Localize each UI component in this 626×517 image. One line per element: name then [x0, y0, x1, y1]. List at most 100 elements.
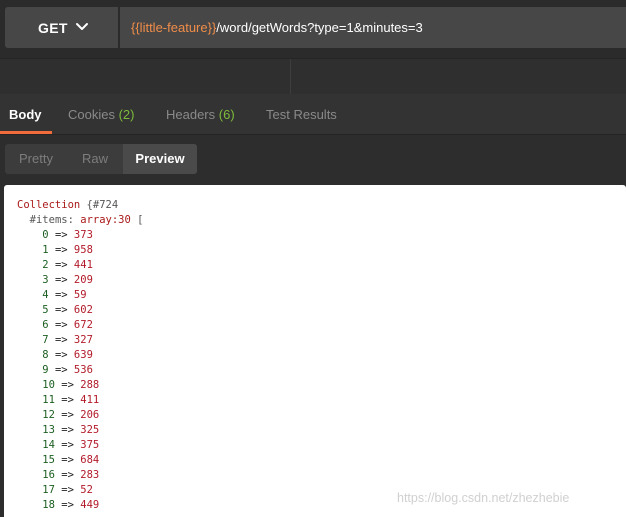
dump-item-line: 4 => 59 — [17, 288, 143, 303]
dump-item-line: 17 => 52 — [17, 483, 143, 498]
dump-item-line: 11 => 411 — [17, 393, 143, 408]
raw-button[interactable]: Raw — [67, 144, 123, 174]
url-input[interactable]: {{little-feature}}/word/getWords?type=1&… — [120, 7, 626, 48]
dump-item-arrow: => — [48, 334, 74, 346]
dump-item-line: 15 => 684 — [17, 453, 143, 468]
dump-item-value: 59 — [73, 289, 87, 301]
dump-item-arrow: => — [54, 484, 81, 496]
pretty-button[interactable]: Pretty — [5, 144, 67, 174]
dump-item-index: 10 — [42, 379, 55, 391]
dump-item-line: 0 => 373 — [17, 228, 143, 243]
dump-item-index: 16 — [42, 469, 55, 481]
active-tab-indicator — [0, 131, 52, 134]
format-bar: Pretty Raw Preview — [0, 135, 626, 185]
tab-cookies[interactable]: Cookies (2) — [68, 107, 134, 122]
dump-item-arrow: => — [48, 229, 74, 241]
url-environment-variable: {{little-feature}} — [131, 20, 217, 35]
dump-item-value: 288 — [80, 379, 100, 391]
dump-item-line: 1 => 958 — [17, 243, 143, 258]
dump-item-value: 52 — [80, 484, 93, 496]
format-toggle-group: Pretty Raw Preview — [5, 144, 197, 174]
dump-item-value: 958 — [73, 244, 93, 256]
dump-item-value: 325 — [80, 424, 100, 436]
dump-item-line: 9 => 536 — [17, 363, 143, 378]
dump-items-list: 0 => 373 1 => 958 2 => 441 3 => 209 4 =>… — [17, 228, 143, 513]
response-tabs: Body Cookies (2) Headers (6) Test Result… — [0, 94, 626, 135]
tab-headers-label: Headers — [166, 107, 216, 122]
tab-test-results[interactable]: Test Results — [266, 107, 337, 122]
tab-cookies-label: Cookies — [68, 107, 115, 122]
dump-item-arrow: => — [48, 259, 74, 271]
dump-item-index: 15 — [42, 454, 55, 466]
method-select[interactable]: GET — [5, 7, 118, 48]
tab-cookies-count: (2) — [118, 107, 135, 122]
dump-item-index: 17 — [42, 484, 55, 496]
dump-item-arrow: => — [48, 364, 74, 376]
url-text: {{little-feature}}/word/getWords?type=1&… — [131, 20, 423, 35]
dump-item-arrow: => — [48, 244, 74, 256]
dump-item-arrow: => — [54, 409, 81, 421]
dump-item-arrow: => — [54, 499, 81, 511]
app-window: GET {{little-feature}}/word/getWords?typ… — [0, 0, 626, 517]
dump-items-line: #items: array:30 [ — [29, 214, 144, 226]
dump-item-value: 375 — [80, 439, 100, 451]
dump-object-id: {#724 — [86, 199, 119, 211]
dump-items-key: #items — [29, 214, 68, 226]
dump-item-value: 373 — [73, 229, 93, 241]
dump-item-value: 602 — [73, 304, 93, 316]
dump-item-line: 13 => 325 — [17, 423, 143, 438]
dump-item-value: 327 — [73, 334, 93, 346]
dump-class-name: Collection — [17, 199, 81, 211]
dump-item-arrow: => — [48, 289, 74, 301]
method-label: GET — [38, 20, 68, 36]
dump-item-value: 283 — [80, 469, 100, 481]
dump-item-arrow: => — [48, 319, 74, 331]
dump-item-line: 12 => 206 — [17, 408, 143, 423]
dump-item-arrow: => — [48, 304, 74, 316]
dump-item-line: 18 => 449 — [17, 498, 143, 513]
tab-headers[interactable]: Headers (6) — [166, 107, 235, 122]
response-preview[interactable]: Collection {#724 #items: array:30 [ 0 =>… — [4, 185, 626, 517]
dump-item-arrow: => — [54, 424, 81, 436]
tab-headers-count: (6) — [218, 107, 235, 122]
dump-item-index: 14 — [42, 439, 55, 451]
dump-item-line: 5 => 602 — [17, 303, 143, 318]
dump-item-arrow: => — [54, 439, 81, 451]
request-bar: GET {{little-feature}}/word/getWords?typ… — [0, 0, 626, 58]
dump-item-line: 6 => 672 — [17, 318, 143, 333]
dump-items-type: array:30 — [80, 214, 131, 226]
dump-item-value: 206 — [80, 409, 100, 421]
dump-item-index: 12 — [42, 409, 55, 421]
dump-item-arrow: => — [54, 394, 81, 406]
dump-item-value: 209 — [73, 274, 93, 286]
dump-item-arrow: => — [54, 454, 81, 466]
dump-item-arrow: => — [48, 274, 74, 286]
dump-item-value: 536 — [73, 364, 93, 376]
toolbar-divider — [290, 59, 291, 94]
dump-item-line: 3 => 209 — [17, 273, 143, 288]
dump-item-index: 13 — [42, 424, 55, 436]
dump-item-value: 449 — [80, 499, 100, 511]
dump-item-line: 10 => 288 — [17, 378, 143, 393]
url-path: /word/getWords?type=1&minutes=3 — [216, 20, 423, 35]
dump-item-line: 2 => 441 — [17, 258, 143, 273]
dump-item-value: 441 — [73, 259, 93, 271]
chevron-down-icon — [76, 23, 88, 30]
dump-item-line: 16 => 283 — [17, 468, 143, 483]
dump-open-bracket: [ — [137, 214, 144, 226]
dump-item-index: 11 — [42, 394, 55, 406]
dump-item-line: 8 => 639 — [17, 348, 143, 363]
watermark: https://blog.csdn.net/zhezhebie — [397, 491, 570, 505]
dump-item-value: 639 — [73, 349, 93, 361]
dump-item-value: 411 — [80, 394, 100, 406]
dump-item-arrow: => — [54, 469, 81, 481]
tab-body[interactable]: Body — [9, 107, 42, 122]
dump-item-arrow: => — [54, 379, 81, 391]
preview-button[interactable]: Preview — [123, 144, 197, 174]
tab-test-results-label: Test Results — [266, 107, 337, 122]
dump-item-index: 18 — [42, 499, 55, 511]
dump-item-value: 672 — [73, 319, 93, 331]
var-dump-output: Collection {#724 #items: array:30 [ 0 =>… — [17, 198, 143, 513]
dump-item-arrow: => — [48, 349, 74, 361]
request-sub-toolbar — [0, 58, 626, 94]
